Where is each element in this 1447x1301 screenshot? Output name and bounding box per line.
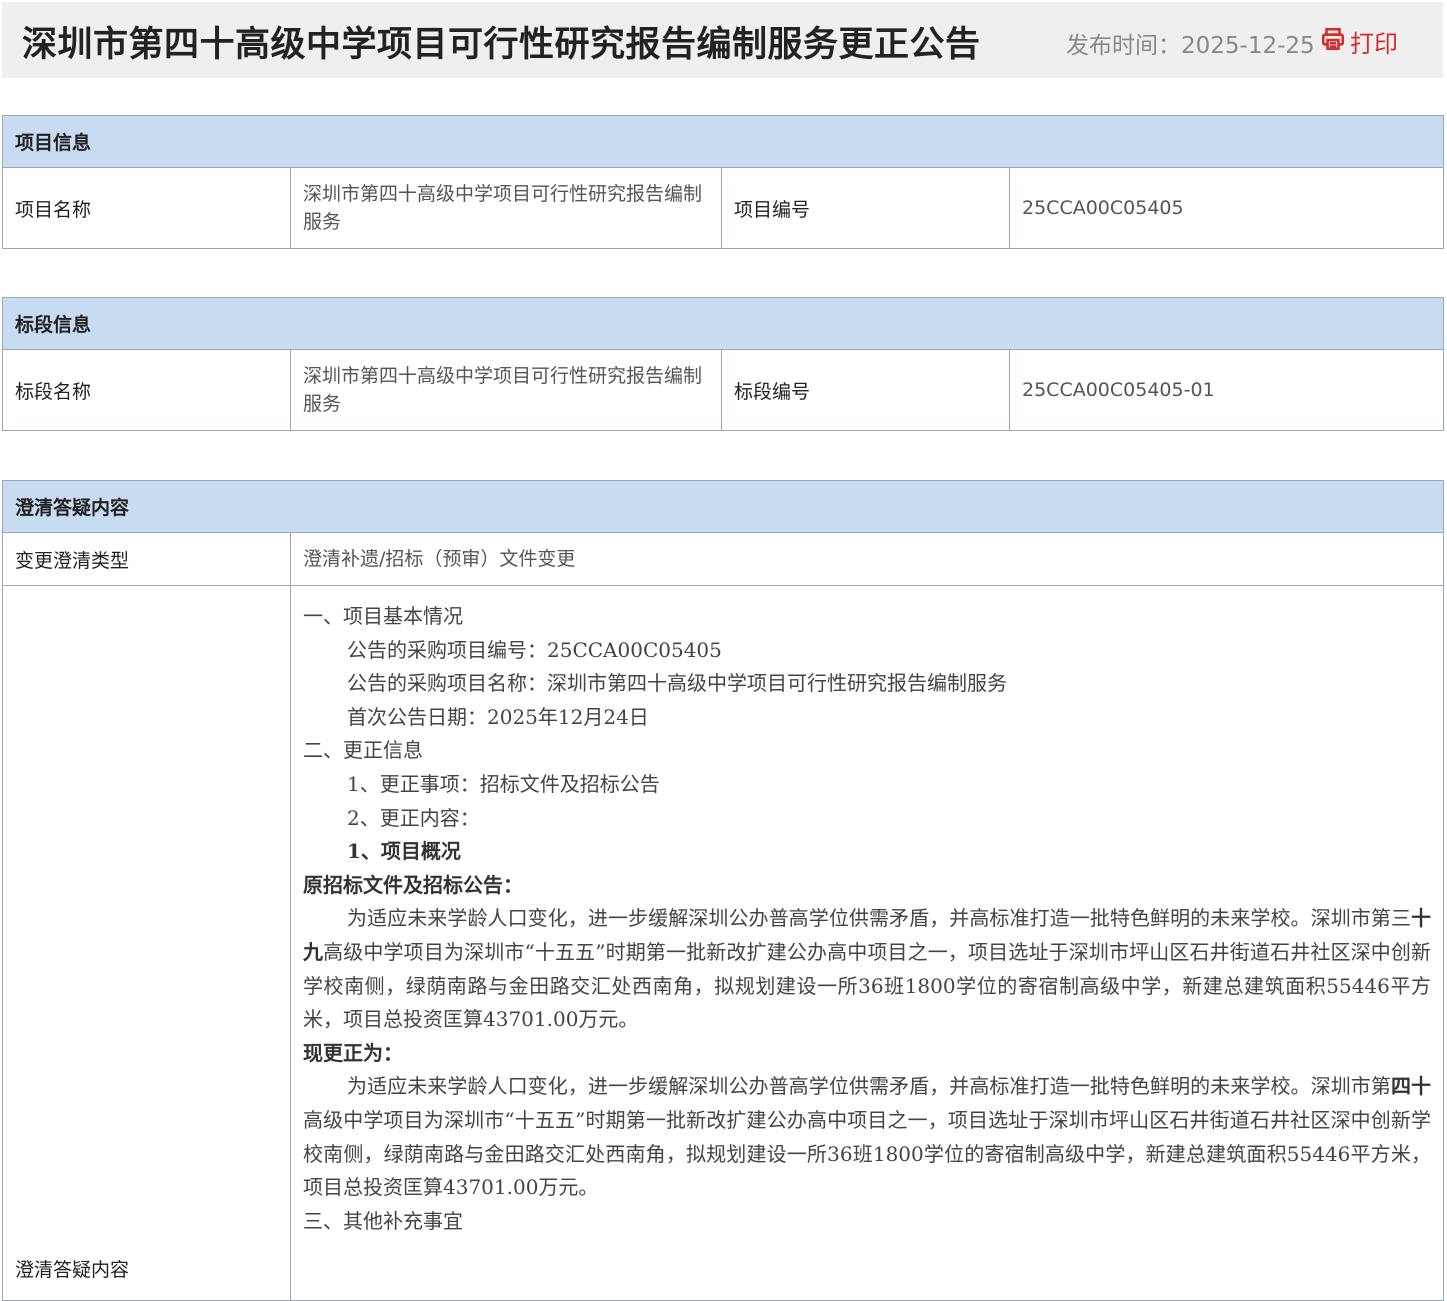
change-type-label: 变更澄清类型 (2, 532, 291, 586)
content-line: 一、项目基本情况 (303, 604, 463, 628)
content-line: 公告的采购项目名称：深圳市第四十高级中学项目可行性研究报告编制服务 (347, 671, 1007, 696)
text-run: 为适应未来学龄人口变化，进一步缓解深圳公办普高学位供需矛盾，并高标准打造一批特色… (347, 1074, 1391, 1099)
print-button[interactable]: 打印 (1320, 24, 1398, 59)
content-line: 原招标文件及招标公告： (303, 872, 523, 897)
clarification-content: 一、项目基本情况 公告的采购项目编号：25CCA00C05405 公告的采购项目… (289, 585, 1445, 1301)
original-paragraph: 为适应未来学龄人口变化，进一步缓解深圳公办普高学位供需矛盾，并高标准打造一批特色… (303, 902, 1431, 1036)
content-line: 1、更正事项：招标文件及招标公告 (347, 771, 660, 796)
page-header: 深圳市第四十高级中学项目可行性研究报告编制服务更正公告 发布时间：2025-12… (2, 2, 1443, 78)
content-line: 现更正为： (303, 1040, 403, 1065)
text-run: 为适应未来学龄人口变化，进一步缓解深圳公办普高学位供需矛盾，并高标准打造一批特色… (347, 906, 1412, 931)
print-label: 打印 (1350, 30, 1398, 58)
highlight-run: 四十 (1390, 1074, 1432, 1099)
text-run: 高级中学项目为深圳市“十五五”时期第一批新改扩建公办高中项目之一，项目选址于深圳… (303, 1107, 1432, 1200)
project-info-header: 项目信息 (1, 115, 1445, 168)
section-code-label: 标段编号 (721, 349, 1010, 431)
content-line: 公告的采购项目编号：25CCA00C05405 (347, 637, 722, 662)
section-info-table: 标段信息 标段名称 深圳市第四十高级中学项目可行性研究报告编制服务 标段编号 2… (1, 297, 1445, 431)
printer-icon (1320, 26, 1346, 58)
publish-time: 发布时间：2025-12-25 (1066, 33, 1315, 59)
section-info-header: 标段信息 (1, 297, 1445, 350)
project-name-label: 项目名称 (2, 167, 291, 249)
section-name-label: 标段名称 (2, 349, 291, 431)
content-line: 二、更正信息 (303, 738, 423, 763)
project-info-table: 项目信息 项目名称 深圳市第四十高级中学项目可行性研究报告编制服务 项目编号 2… (1, 115, 1445, 249)
corrected-paragraph: 为适应未来学龄人口变化，进一步缓解深圳公办普高学位供需矛盾，并高标准打造一批特色… (303, 1070, 1431, 1204)
project-code-value: 25CCA00C05405 (1008, 167, 1445, 249)
text-run: 高级中学项目为深圳市“十五五”时期第一批新改扩建公办高中项目之一，项目选址于深圳… (303, 939, 1432, 1032)
clarification-content-label: 澄清答疑内容 (2, 585, 291, 1301)
content-line: 三、其他补充事宜 (303, 1208, 463, 1233)
section-code-value: 25CCA00C05405-01 (1008, 349, 1445, 431)
section-name-value: 深圳市第四十高级中学项目可行性研究报告编制服务 (290, 349, 722, 431)
page-title: 深圳市第四十高级中学项目可行性研究报告编制服务更正公告 (22, 25, 981, 65)
project-code-label: 项目编号 (721, 167, 1010, 249)
clarification-header: 澄清答疑内容 (1, 480, 1445, 533)
change-type-value: 澄清补遗/招标（预审）文件变更 (289, 532, 1445, 586)
content-line: 2、更正内容： (347, 805, 480, 830)
clarification-table: 澄清答疑内容 变更澄清类型 澄清补遗/招标（预审）文件变更 澄清答疑内容 一、项… (1, 480, 1445, 1301)
content-line: 首次公告日期：2025年12月24日 (347, 704, 649, 729)
project-name-value: 深圳市第四十高级中学项目可行性研究报告编制服务 (290, 167, 722, 249)
content-line: 1、项目概况 (347, 839, 461, 864)
